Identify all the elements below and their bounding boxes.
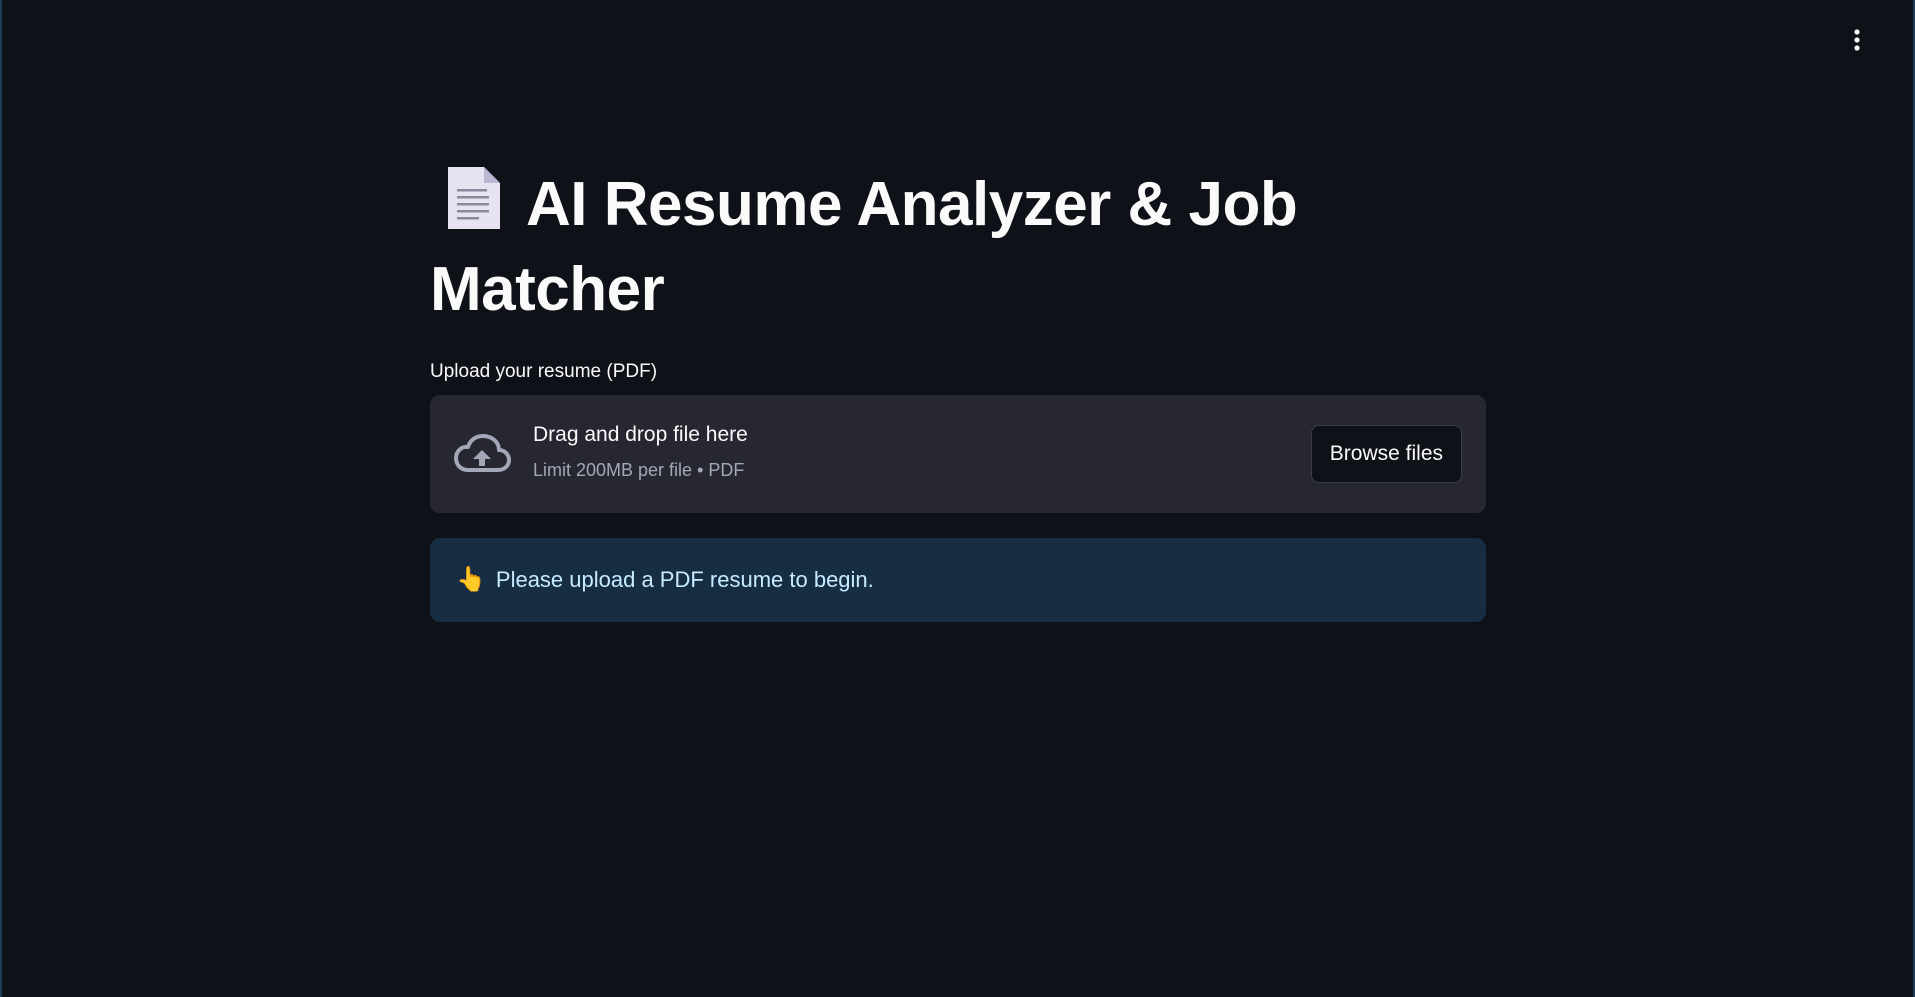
browse-files-button[interactable]: Browse files	[1310, 425, 1462, 483]
app-window: AI Resume Analyzer & Job Matcher Upload …	[0, 0, 1915, 997]
page-title: AI Resume Analyzer & Job Matcher	[430, 165, 1486, 329]
cloud-upload-icon	[453, 432, 511, 478]
dropzone-text: Drag and drop file here Limit 200MB per …	[533, 421, 748, 481]
dropzone-limit: Limit 200MB per file • PDF	[533, 460, 745, 480]
vertical-ellipsis-icon	[1854, 29, 1860, 51]
main-content: AI Resume Analyzer & Job Matcher Upload …	[430, 165, 1486, 622]
info-alert: 👆 Please upload a PDF resume to begin.	[430, 538, 1486, 622]
page-title-text: AI Resume Analyzer & Job Matcher	[430, 170, 1298, 324]
info-message: Please upload a PDF resume to begin.	[495, 567, 874, 592]
dropzone-instruction: Drag and drop file here	[533, 423, 748, 446]
page-document-icon	[444, 165, 502, 250]
main-menu-button[interactable]	[1841, 22, 1873, 58]
pointing-up-hand-icon: 👆	[456, 566, 486, 593]
uploader-label: Upload your resume (PDF)	[430, 361, 658, 382]
file-dropzone[interactable]: Drag and drop file here Limit 200MB per …	[430, 395, 1486, 513]
